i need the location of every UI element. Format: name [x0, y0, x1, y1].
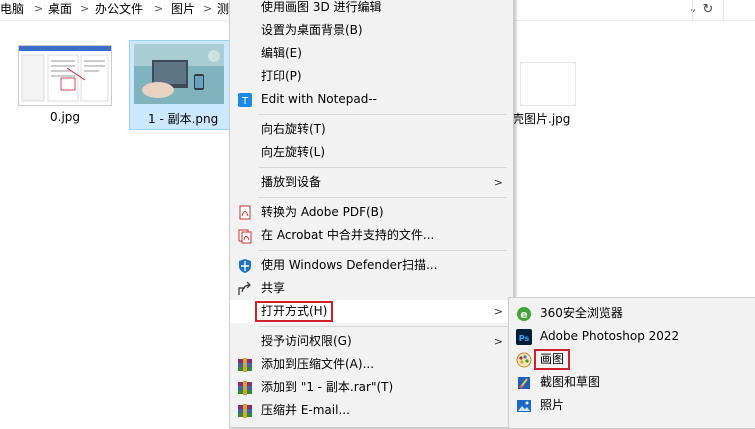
- chevron-right-icon: >: [203, 2, 213, 15]
- breadcrumb-item[interactable]: 测: [217, 0, 229, 20]
- file-name: 1 - 副本.png: [148, 112, 219, 126]
- menu-item-label: 压缩并 E-mail...: [261, 403, 350, 417]
- file-thumbnail: [520, 62, 576, 106]
- notepad-icon: T: [237, 92, 253, 108]
- menu-item-compress-email[interactable]: 压缩并 E-mail...: [230, 399, 513, 422]
- menu-item-cast-to-device[interactable]: 播放到设备 >: [230, 171, 513, 194]
- refresh-button[interactable]: ↻: [692, 0, 724, 20]
- chevron-right-icon: >: [493, 176, 503, 189]
- submenu-item-label: Adobe Photoshop 2022: [540, 329, 680, 343]
- menu-item-print[interactable]: 打印(P): [230, 65, 513, 88]
- defender-icon: [237, 258, 253, 274]
- menu-item-edit[interactable]: 编辑(E): [230, 42, 513, 65]
- menu-item-convert-pdf[interactable]: 转换为 Adobe PDF(B): [230, 201, 513, 224]
- menu-item-label: 授予访问权限(G): [261, 334, 352, 348]
- pdf-icon: [237, 205, 253, 221]
- menu-item-label: 播放到设备: [261, 175, 322, 189]
- svg-text:e: e: [520, 308, 527, 321]
- chevron-right-icon: >: [493, 305, 503, 318]
- chevron-right-icon: >: [80, 2, 90, 15]
- menu-item-label: 转换为 Adobe PDF(B): [261, 205, 384, 219]
- snip-sketch-icon: [516, 375, 532, 391]
- submenu-item-photos[interactable]: 照片: [509, 394, 755, 417]
- submenu-item-snip-sketch[interactable]: 截图和草图: [509, 371, 755, 394]
- open-with-submenu: e 360安全浏览器 Ps Adobe Photoshop 2022 画图 截图…: [508, 297, 755, 429]
- menu-item-label: 添加到 "1 - 副本.rar"(T): [261, 380, 394, 394]
- submenu-item-label: 360安全浏览器: [540, 306, 623, 320]
- menu-item-label: Edit with Notepad--: [261, 92, 377, 106]
- menu-separator: [259, 114, 507, 115]
- file-thumbnail: [134, 44, 224, 104]
- chevron-right-icon: >: [493, 335, 503, 348]
- menu-item-label: 向左旋转(L): [261, 145, 326, 159]
- menu-item-acrobat-merge[interactable]: 在 Acrobat 中合并支持的文件...: [230, 224, 513, 247]
- paint-icon: [516, 352, 532, 368]
- menu-item-grant-access[interactable]: 授予访问权限(G) >: [230, 330, 513, 353]
- menu-item-set-wallpaper[interactable]: 设置为桌面背景(B): [230, 19, 513, 42]
- submenu-item-label: 截图和草图: [540, 375, 601, 389]
- photoshop-icon: Ps: [516, 329, 532, 345]
- menu-item-label: 设置为桌面背景(B): [261, 23, 363, 37]
- submenu-item-label: 照片: [540, 398, 565, 412]
- menu-item-notepad[interactable]: T Edit with Notepad--: [230, 88, 513, 111]
- svg-text:Ps: Ps: [519, 334, 530, 343]
- menu-item-rotate-left[interactable]: 向左旋转(L): [230, 141, 513, 164]
- file-thumbnail: [18, 45, 112, 106]
- acrobat-icon: [237, 228, 253, 244]
- menu-item-label: 共享: [261, 281, 286, 295]
- breadcrumb-item[interactable]: 办公文件: [95, 0, 143, 20]
- menu-item-label: 使用画图 3D 进行编辑: [261, 0, 382, 14]
- menu-item-label: 打印(P): [261, 69, 302, 83]
- chevron-right-icon: >: [34, 2, 44, 15]
- svg-text:T: T: [241, 96, 249, 107]
- file-name: 壳图片.jpg: [512, 112, 571, 126]
- context-menu: 使用画图 3D 进行编辑 设置为桌面背景(B) 编辑(E) 打印(P) T Ed…: [229, 0, 514, 428]
- menu-item-open-with[interactable]: 打开方式(H) >: [230, 300, 513, 323]
- breadcrumb-item[interactable]: 图片: [171, 0, 195, 20]
- menu-separator: [259, 197, 507, 198]
- winrar-icon: [237, 380, 253, 396]
- menu-separator: [259, 326, 507, 327]
- menu-item-add-archive[interactable]: 添加到压缩文件(A)...: [230, 353, 513, 376]
- breadcrumb-item[interactable]: 电脑: [0, 0, 24, 20]
- menu-item-label: 在 Acrobat 中合并支持的文件...: [261, 228, 435, 242]
- submenu-item-paint[interactable]: 画图: [509, 348, 755, 371]
- menu-item-defender-scan[interactable]: 使用 Windows Defender扫描...: [230, 254, 513, 277]
- menu-item-rotate-right[interactable]: 向右旋转(T): [230, 118, 513, 141]
- menu-item-share[interactable]: 共享: [230, 277, 513, 300]
- submenu-item-360-browser[interactable]: e 360安全浏览器: [509, 302, 755, 325]
- 360-browser-icon: e: [516, 306, 532, 322]
- menu-item-label: 添加到压缩文件(A)...: [261, 357, 375, 371]
- winrar-icon: [237, 357, 253, 373]
- menu-separator: [259, 250, 507, 251]
- menu-separator: [259, 167, 507, 168]
- chevron-right-icon: >: [154, 2, 164, 15]
- winrar-icon: [237, 403, 253, 419]
- breadcrumb-item[interactable]: 桌面: [48, 0, 72, 20]
- share-icon: [237, 281, 253, 297]
- photos-icon: [516, 398, 532, 414]
- menu-item-label: 使用 Windows Defender扫描...: [261, 258, 438, 272]
- menu-item-label: 打开方式(H): [255, 301, 334, 322]
- file-name: 0.jpg: [50, 110, 81, 124]
- menu-item-add-rar[interactable]: 添加到 "1 - 副本.rar"(T): [230, 376, 513, 399]
- menu-item-label: 向右旋转(T): [261, 122, 326, 136]
- menu-item-label: 编辑(E): [261, 46, 302, 60]
- submenu-item-photoshop[interactable]: Ps Adobe Photoshop 2022: [509, 325, 755, 348]
- menu-item-edit-paint3d[interactable]: 使用画图 3D 进行编辑: [230, 0, 513, 19]
- search-input[interactable]: [723, 0, 755, 20]
- submenu-item-label: 画图: [534, 349, 571, 370]
